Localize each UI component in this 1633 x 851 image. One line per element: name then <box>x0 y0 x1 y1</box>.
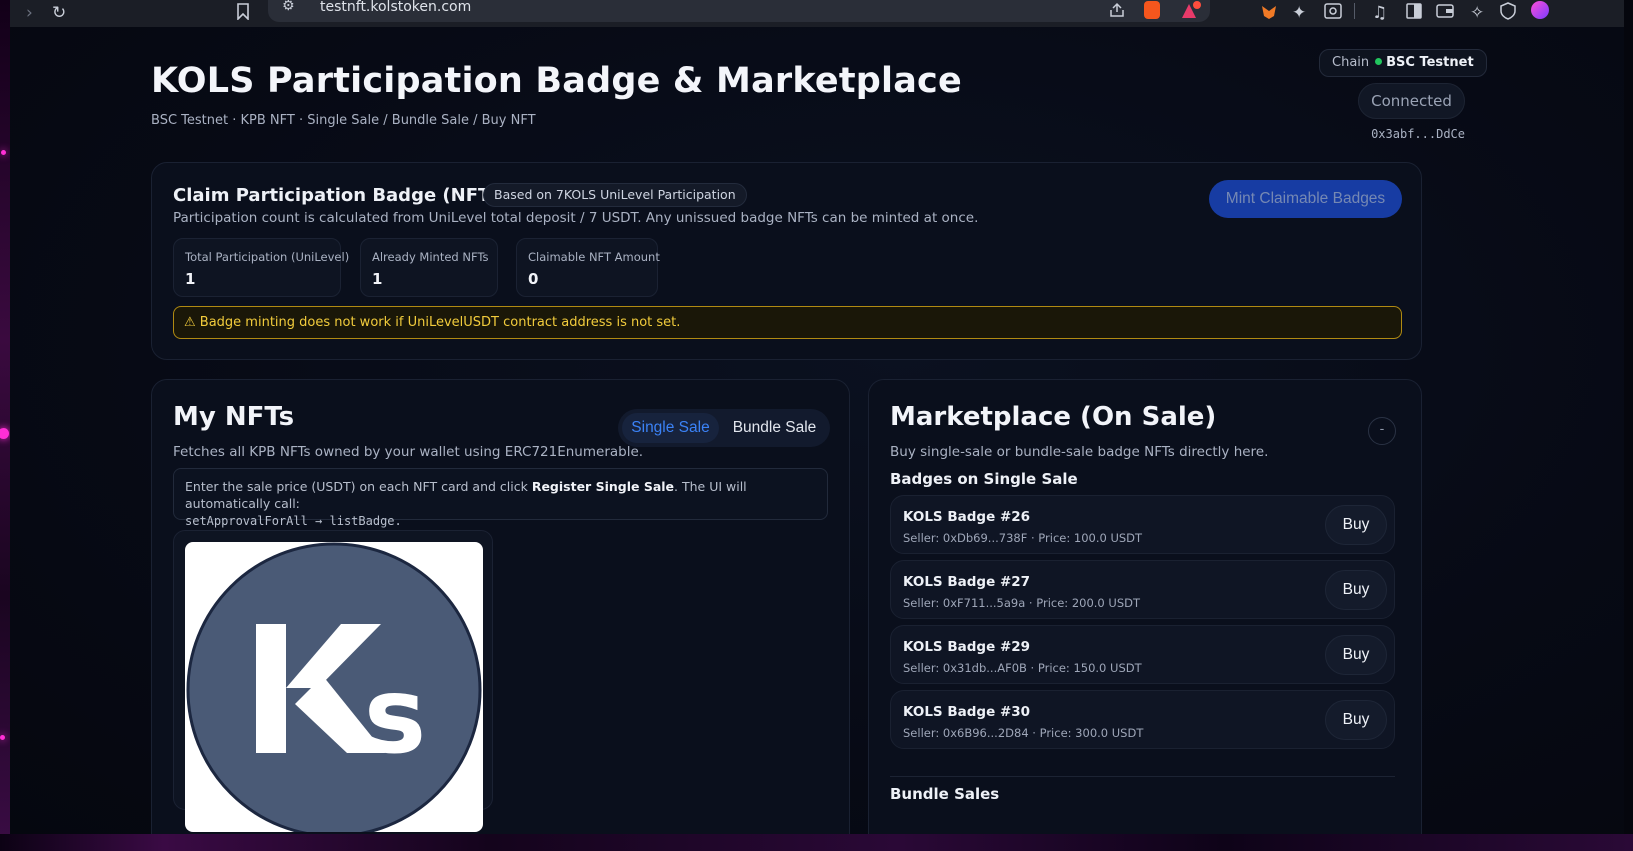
bundle-sales-heading: Bundle Sales <box>890 785 1000 803</box>
chain-label: Chain <box>1332 55 1370 70</box>
extension-fox-icon[interactable] <box>1260 2 1278 20</box>
forward-icon[interactable]: › <box>26 2 33 24</box>
sidebar-icon[interactable] <box>1406 3 1422 19</box>
marketplace-description: Buy single-sale or bundle-sale badge NFT… <box>890 444 1269 460</box>
sale-mode-toggle: Single Sale Bundle Sale <box>618 409 830 447</box>
media-music-icon[interactable]: ♫ <box>1372 2 1387 24</box>
stat-value: 0 <box>528 270 539 288</box>
url-text: testnft.kolstoken.com <box>320 0 472 15</box>
marketplace-panel: Marketplace (On Sale) - Buy single-sale … <box>868 379 1422 834</box>
claim-tag: Based on 7KOLS UniLevel Participation <box>483 183 747 207</box>
site-settings-icon[interactable]: ⚙ <box>282 0 295 14</box>
my-nfts-description: Fetches all KPB NFTs owned by your walle… <box>173 444 644 460</box>
listing-meta: Seller: 0x6B96...2D84 · Price: 300.0 USD… <box>903 726 1144 740</box>
warning-banner: ⚠ Badge minting does not work if UniLeve… <box>173 306 1402 339</box>
buy-button[interactable]: Buy <box>1325 505 1387 545</box>
section-divider <box>890 776 1395 777</box>
nft-card[interactable]: s <box>173 530 493 832</box>
listing-row: KOLS Badge #29 Seller: 0x31db...AF0B · P… <box>890 625 1395 684</box>
tab-bundle-sale[interactable]: Bundle Sale <box>723 413 826 443</box>
share-icon[interactable] <box>1108 2 1126 18</box>
profile-avatar[interactable] <box>1531 1 1549 19</box>
browser-toolbar: › ↻ ⚙ testnft.kolstoken.com ✦ ♫ ✧ <box>10 0 1624 27</box>
listing-meta: Seller: 0x31db...AF0B · Price: 150.0 USD… <box>903 661 1142 675</box>
brave-shields-icon[interactable] <box>1144 1 1160 19</box>
wallet-icon[interactable] <box>1436 3 1454 19</box>
listing-name: KOLS Badge #29 <box>903 639 1031 655</box>
wallet-address: 0x3abf...DdCe <box>1371 127 1465 141</box>
page-title: KOLS Participation Badge & Marketplace <box>151 61 962 101</box>
chain-value: BSC Testnet <box>1386 55 1474 70</box>
listing-name: KOLS Badge #26 <box>903 509 1031 525</box>
stat-label: Already Minted NFTs <box>372 250 489 264</box>
buy-button[interactable]: Buy <box>1325 570 1387 610</box>
screenshot-icon[interactable] <box>1324 3 1342 19</box>
leo-ai-icon[interactable]: ✧ <box>1470 2 1484 24</box>
listing-row: KOLS Badge #27 Seller: 0xF711...5a9a · P… <box>890 560 1395 619</box>
bookmark-icon[interactable] <box>236 3 250 20</box>
mint-claimable-badges-button[interactable]: Mint Claimable Badges <box>1209 180 1402 218</box>
kols-logo-icon: s <box>186 542 482 832</box>
vpn-shield-icon[interactable] <box>1500 2 1516 20</box>
collapse-button[interactable]: - <box>1368 417 1396 445</box>
stat-total-participation: Total Participation (UniLevel) 1 <box>173 238 349 297</box>
buy-button[interactable]: Buy <box>1325 635 1387 675</box>
page: KOLS Participation Badge & Marketplace B… <box>10 27 1624 834</box>
stat-value: 1 <box>372 270 383 288</box>
my-nfts-panel: My NFTs Fetches all KPB NFTs owned by yo… <box>151 379 850 834</box>
listing-row: KOLS Badge #30 Seller: 0x6B96...2D84 · P… <box>890 690 1395 749</box>
buy-button[interactable]: Buy <box>1325 700 1387 740</box>
address-bar[interactable]: ⚙ testnft.kolstoken.com <box>268 0 1210 22</box>
connect-wallet-button[interactable]: Connected <box>1358 83 1465 119</box>
reload-icon[interactable]: ↻ <box>52 2 66 24</box>
chain-status-dot <box>1375 58 1383 65</box>
logo-circle <box>186 542 482 832</box>
desktop-glow-dot <box>1 150 6 155</box>
desktop-taskbar-glow <box>0 834 1633 851</box>
instructions-emphasis: Register Single Sale <box>531 479 675 494</box>
listing-name: KOLS Badge #27 <box>903 574 1031 590</box>
claim-panel: Claim Participation Badge (NFT Mint) Bas… <box>151 162 1422 360</box>
desktop-glow-dot <box>0 735 5 740</box>
page-subtitle: BSC Testnet · KPB NFT · Single Sale / Bu… <box>151 113 536 128</box>
brave-rewards-icon[interactable] <box>1180 1 1202 19</box>
stat-label: Claimable NFT Amount <box>528 250 660 264</box>
chain-badge: Chain BSC Testnet <box>1319 49 1487 77</box>
extensions-puzzle-icon[interactable]: ✦ <box>1292 2 1306 24</box>
nft-image: s <box>185 542 483 832</box>
listing-meta: Seller: 0xF711...5a9a · Price: 200.0 USD… <box>903 596 1141 610</box>
sale-instructions: Enter the sale price (USDT) on each NFT … <box>173 468 828 528</box>
toolbar-divider <box>1354 3 1355 19</box>
listing-row: KOLS Badge #26 Seller: 0xDb69...738F · P… <box>890 495 1395 554</box>
single-sale-heading: Badges on Single Sale <box>890 470 1078 488</box>
svg-text:s: s <box>364 655 427 777</box>
marketplace-title: Marketplace (On Sale) <box>890 402 1217 432</box>
listing-name: KOLS Badge #30 <box>903 704 1031 720</box>
instructions-code: setApprovalForAll → listBadge. <box>185 514 402 528</box>
stat-label: Total Participation (UniLevel) <box>185 250 350 264</box>
stat-already-minted: Already Minted NFTs 1 <box>360 238 498 297</box>
my-nfts-title: My NFTs <box>173 402 295 432</box>
stat-claimable-amount: Claimable NFT Amount 0 <box>516 238 660 297</box>
listing-meta: Seller: 0xDb69...738F · Price: 100.0 USD… <box>903 531 1143 545</box>
claim-description: Participation count is calculated from U… <box>173 210 979 226</box>
stat-value: 1 <box>185 270 196 288</box>
instructions-text: Enter the sale price (USDT) on each NFT … <box>185 479 532 494</box>
tab-single-sale[interactable]: Single Sale <box>622 413 719 443</box>
